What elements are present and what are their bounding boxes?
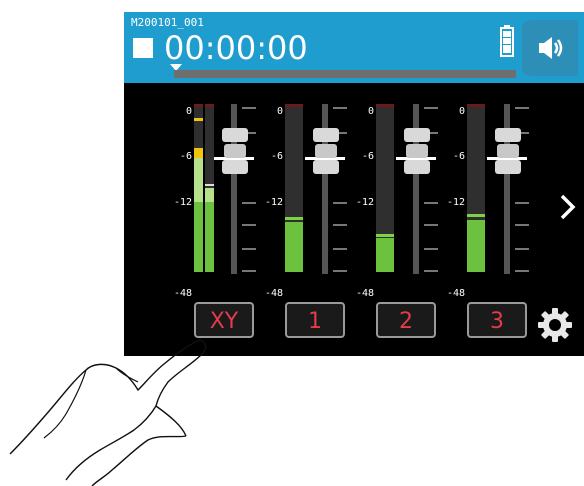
db-label-6: -6 [452,151,465,162]
db-label-12: -12 [356,197,375,208]
level-fill-left [194,202,203,272]
db-label-48: -48 [356,288,375,299]
db-label-0: 0 [185,106,192,117]
level-meter [285,104,303,272]
level-fill [376,238,394,272]
level-fill-right [205,202,214,272]
channel-1: 0 -6 -12 -48 1 [245,12,347,356]
channel-xy: 0 -6 -12 -48 XY [154,12,256,356]
recorder-screen: M200101_001 00:00:00 0 -6 -12 -48 XY 0 -… [124,12,584,356]
peak-hold [376,234,394,237]
db-label-0: 0 [276,106,283,117]
db-label-48: -48 [265,288,284,299]
peak-hold-left [194,118,203,121]
db-label-0: 0 [458,106,465,117]
speaker-button[interactable] [522,20,578,76]
level-fill [467,220,485,272]
db-label-12: -12 [265,197,284,208]
peak-hold [285,217,303,220]
db-label-6: -6 [361,151,374,162]
channel-2: 0 -6 -12 -48 2 [336,12,438,356]
db-label-48: -48 [174,288,193,299]
level-meter-right [205,104,214,272]
level-yellow-left [194,148,203,158]
chevron-right-icon[interactable] [558,192,578,222]
db-label-0: 0 [367,106,374,117]
stop-icon [133,38,153,58]
level-fill [285,222,303,272]
hand-pointer-icon [9,339,207,486]
db-label-48: -48 [447,288,466,299]
speaker-icon [539,37,563,59]
db-label-6: -6 [179,151,192,162]
channel-3: 0 -6 -12 -48 3 [427,12,529,356]
level-meter [467,104,485,272]
level-meter [376,104,394,272]
channel-button-3[interactable]: 3 [467,302,527,338]
level-meter-left [194,104,203,272]
db-label-12: -12 [447,197,466,208]
gear-icon[interactable] [536,306,574,344]
db-label-6: -6 [270,151,283,162]
db-label-12: -12 [174,197,193,208]
peak-hold [467,214,485,217]
fader-knob[interactable] [494,128,522,176]
